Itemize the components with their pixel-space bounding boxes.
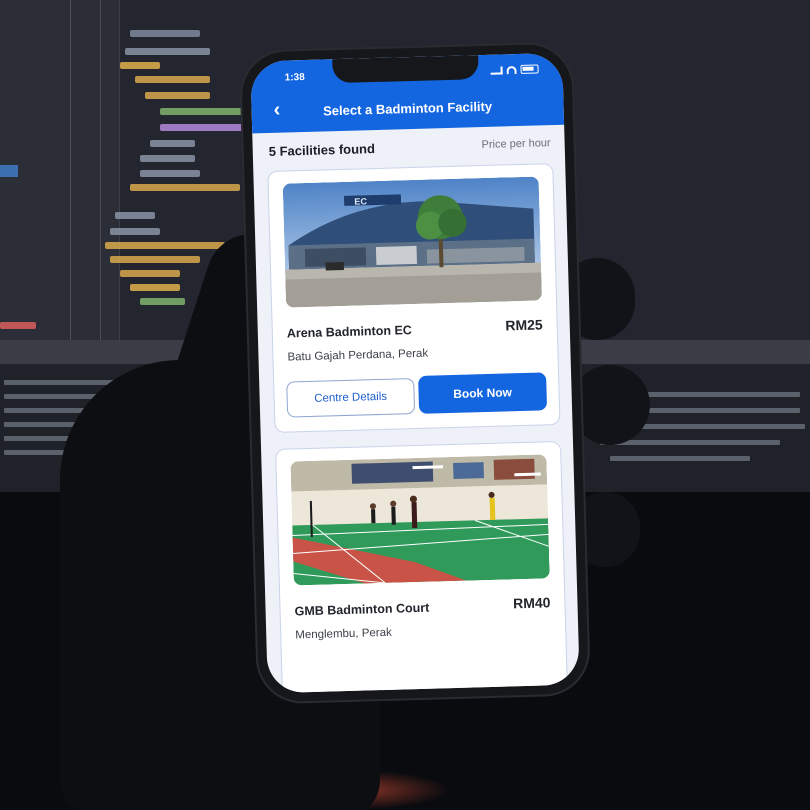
phone-notch [332, 55, 479, 84]
terminal-line [4, 380, 114, 385]
facility-photo: EC [282, 176, 543, 308]
code-line [140, 298, 185, 305]
code-line [130, 284, 180, 291]
facility-location: Menglembu, Perak [295, 626, 392, 642]
facility-location: Batu Gajah Perdana, Perak [287, 347, 429, 364]
list-header: 5 Facilities found Price per hour [268, 133, 551, 161]
hand-finger [570, 365, 650, 445]
signal-icon [490, 65, 503, 75]
page-title: Select a Badminton Facility [322, 98, 493, 119]
wifi-icon [506, 65, 517, 74]
indent-guide [70, 0, 71, 340]
code-editor-gutter [0, 0, 120, 340]
code-line [110, 256, 200, 263]
code-line [140, 155, 195, 162]
code-line [140, 170, 200, 177]
code-line [110, 228, 160, 235]
indoor-court-photo [290, 454, 550, 586]
building-exterior-photo: EC [282, 176, 543, 308]
terminal-line [610, 456, 750, 461]
book-now-button[interactable] [426, 690, 556, 694]
book-now-button[interactable]: Book Now [418, 372, 548, 414]
facility-price: RM40 [512, 594, 551, 612]
svg-text:EC: EC [354, 196, 367, 206]
price-note: Price per hour [481, 137, 551, 152]
code-line [130, 184, 240, 191]
status-icons [490, 64, 539, 75]
gutter-highlight [0, 165, 18, 177]
facility-name: Arena Badminton EC [286, 323, 413, 341]
code-line [160, 124, 255, 131]
status-time: 1:38 [284, 71, 305, 84]
facility-photo [290, 454, 550, 586]
code-line [130, 30, 200, 37]
facility-price: RM25 [505, 316, 543, 334]
code-line [115, 212, 155, 219]
code-line [125, 48, 210, 55]
code-line [0, 322, 36, 329]
code-line [120, 270, 180, 277]
facility-card[interactable]: EC Arena Badminton EC RM25 Batu Gajah Pe… [267, 163, 561, 433]
centre-details-button[interactable]: Centre Details [286, 378, 416, 418]
results-count: 5 Facilities found [268, 140, 376, 159]
code-line [135, 76, 210, 83]
code-line [145, 92, 210, 99]
facility-card[interactable]: GMB Badminton Court RM40 Menglembu, Pera… [275, 440, 569, 694]
battery-icon [520, 64, 539, 74]
code-line [105, 242, 225, 249]
facility-name: GMB Badminton Court [294, 600, 430, 619]
smartphone: 1:38 ‹ Select a Badminton Facility 5 Fac… [240, 43, 590, 703]
code-line [150, 140, 195, 147]
code-line [120, 62, 160, 69]
phone-screen: 1:38 ‹ Select a Badminton Facility 5 Fac… [250, 52, 580, 694]
indent-guide [100, 0, 101, 340]
terminal-line [4, 394, 104, 399]
